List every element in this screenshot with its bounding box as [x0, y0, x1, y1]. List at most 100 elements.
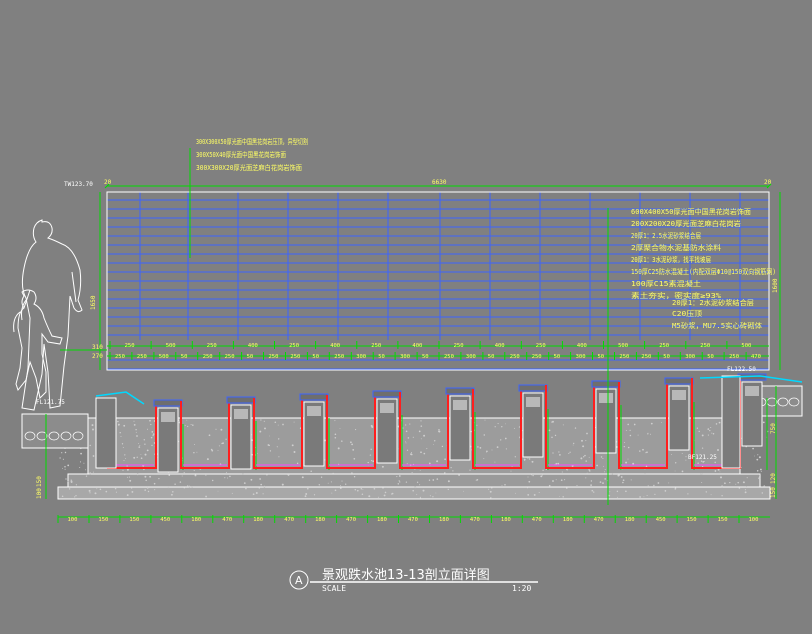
concrete-speckle: [117, 420, 119, 423]
annotation-top-3: 300X300X20厚光面芝麻白花岗岩饰面: [196, 163, 302, 172]
concrete-speckle: [194, 474, 197, 477]
ruler-dim-label: 450: [656, 517, 666, 523]
annotation-top-1: 300X300X50厚光面中国黑花岗岩压顶，异型切割: [196, 137, 308, 146]
concrete-speckle: [527, 494, 530, 496]
concrete-speckle: [405, 424, 407, 426]
gravel-fill: [307, 406, 321, 416]
concrete-speckle: [664, 490, 667, 492]
concrete-speckle: [489, 490, 492, 493]
concrete-speckle: [291, 444, 294, 447]
drawing-title: 景观跌水池13-13剖立面详图: [322, 567, 490, 583]
concrete-speckle: [572, 444, 574, 446]
concrete-speckle: [632, 462, 635, 465]
ruler-dim-label: 180: [501, 517, 511, 523]
concrete-speckle: [397, 483, 400, 485]
concrete-speckle: [523, 458, 526, 461]
concrete-speckle: [334, 436, 337, 439]
human-figures: [13, 219, 83, 411]
concrete-speckle: [136, 435, 138, 437]
concrete-speckle: [671, 453, 673, 455]
concrete-speckle: [501, 484, 503, 486]
concrete-speckle: [714, 470, 717, 472]
concrete-speckle: [150, 423, 152, 426]
concrete-speckle: [700, 472, 703, 475]
concrete-speckle: [126, 494, 129, 497]
ruler-dim-label: 250: [729, 354, 739, 360]
concrete-speckle: [627, 458, 629, 460]
concrete-speckle: [622, 479, 625, 482]
concrete-speckle: [318, 484, 320, 486]
annotations-top: 300X300X50厚光面中国黑花岗岩压顶，异型切割 300X50X40厚光面中…: [196, 137, 308, 172]
concrete-speckle: [187, 485, 189, 487]
concrete-speckle: [496, 446, 499, 448]
concrete-speckle: [711, 432, 713, 434]
concrete-speckle: [724, 482, 726, 485]
concrete-speckle: [183, 472, 185, 474]
concrete-speckle: [245, 487, 247, 490]
concrete-speckle: [128, 476, 130, 478]
concrete-speckle: [586, 432, 588, 435]
concrete-speckle: [154, 489, 156, 491]
concrete-speckle: [146, 486, 149, 489]
concrete-speckle: [405, 442, 407, 444]
concrete-speckle: [528, 458, 531, 460]
concrete-speckle: [144, 475, 147, 478]
concrete-speckle: [486, 451, 488, 453]
concrete-speckle: [268, 444, 271, 447]
concrete-speckle: [354, 488, 357, 491]
concrete-speckle: [133, 456, 136, 459]
concrete-speckle: [306, 487, 309, 490]
concrete-speckle: [356, 489, 359, 492]
ruler-dim-label: 470: [751, 354, 761, 360]
left-dim-1650: 1650: [90, 295, 97, 310]
concrete-speckle: [193, 451, 195, 454]
concrete-speckle: [611, 473, 613, 475]
concrete-speckle: [629, 434, 632, 437]
ruler-dim-label: 470: [222, 517, 232, 523]
concrete-speckle: [145, 479, 147, 482]
concrete-speckle: [320, 476, 323, 478]
concrete-speckle: [624, 442, 626, 443]
concrete-speckle: [756, 470, 759, 472]
concrete-speckle: [74, 496, 76, 498]
concrete-speckle: [64, 451, 67, 454]
concrete-speckle: [61, 495, 64, 498]
concrete-speckle: [89, 444, 91, 447]
concrete-speckle: [602, 482, 604, 484]
concrete-speckle: [483, 434, 486, 436]
concrete-speckle: [192, 424, 194, 426]
ruler-dim-label: 180: [377, 517, 387, 523]
right-vdim-150: 150: [770, 487, 777, 498]
concrete-speckle: [562, 424, 564, 426]
concrete-speckle: [412, 489, 415, 492]
concrete-speckle: [420, 451, 422, 454]
ruler-dim-label: 50: [378, 354, 385, 360]
concrete-speckle: [221, 442, 223, 445]
elevation-ground-left: FL121.75: [36, 399, 65, 406]
concrete-speckle: [416, 481, 419, 483]
concrete-speckle: [406, 449, 409, 451]
concrete-speckle: [566, 487, 568, 489]
concrete-speckle: [729, 481, 731, 484]
ruler-dim-label: 250: [115, 354, 125, 360]
concrete-speckle: [444, 458, 446, 461]
ruler-dim-label: 450: [160, 517, 170, 523]
concrete-speckle: [513, 427, 515, 429]
concrete-speckle: [647, 485, 649, 487]
annotation-right-6: 150厚C25防水混凝土(内配双层Φ10@150双向钢筋网): [631, 267, 776, 276]
concrete-speckle: [138, 442, 140, 444]
concrete-speckle: [637, 434, 639, 436]
concrete-speckle: [268, 435, 270, 437]
ruler-dim-label: 180: [439, 517, 449, 523]
concrete-speckle: [657, 482, 660, 484]
concrete-speckle: [243, 482, 246, 484]
concrete-speckle: [151, 431, 154, 433]
concrete-speckle: [420, 420, 422, 422]
concrete-speckle: [277, 424, 279, 426]
concrete-speckle: [697, 462, 699, 464]
concrete-speckle: [604, 471, 605, 473]
concrete-speckle: [710, 494, 712, 496]
concrete-speckle: [170, 493, 173, 496]
concrete-speckle: [551, 436, 553, 439]
concrete-speckle: [542, 474, 544, 476]
